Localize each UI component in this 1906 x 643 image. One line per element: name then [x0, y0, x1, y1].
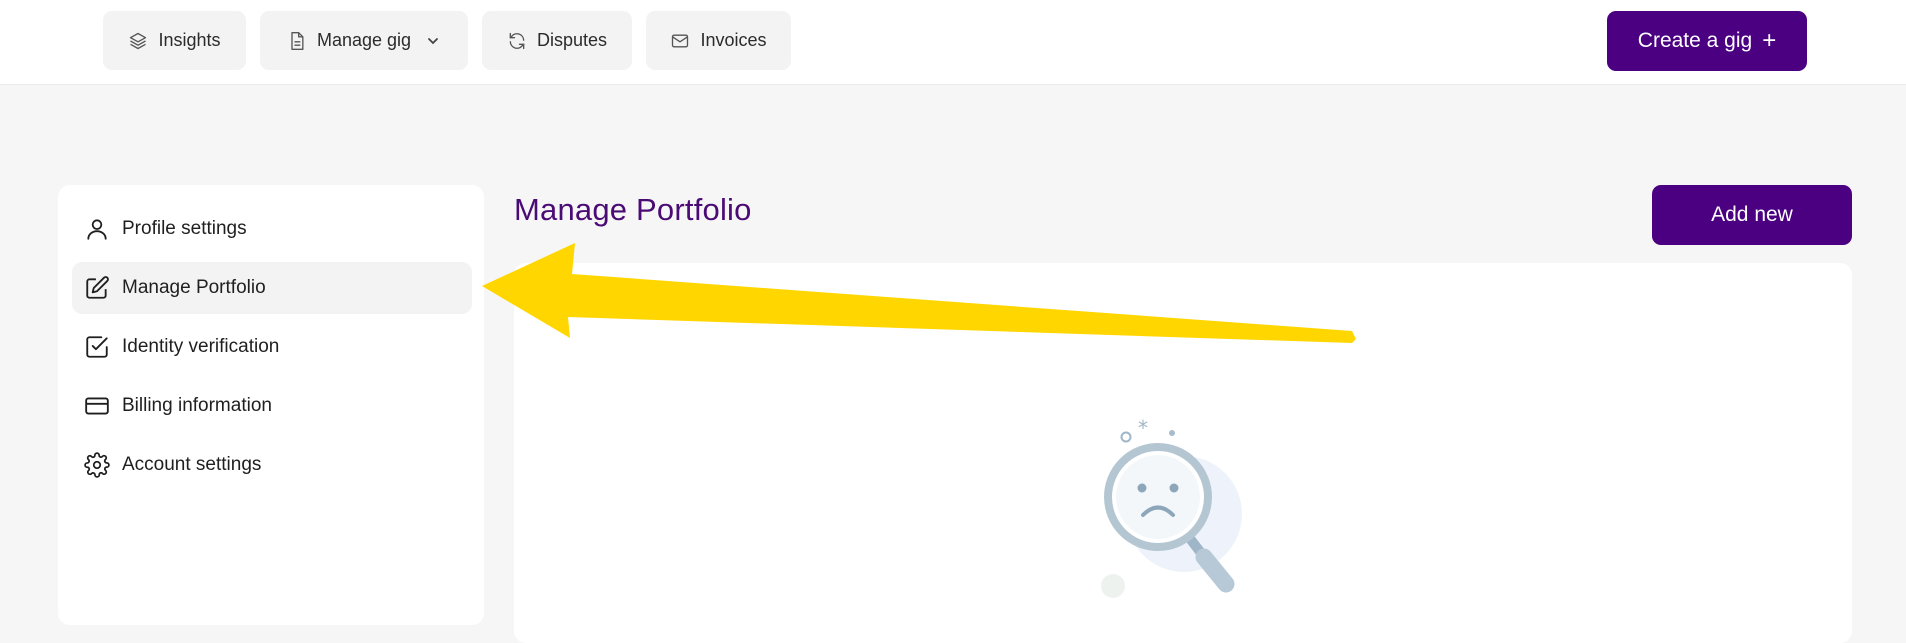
refresh-icon: [507, 31, 527, 51]
chevron-down-icon: [425, 33, 441, 49]
create-gig-button[interactable]: Create a gig +: [1607, 11, 1807, 71]
edit-icon: [84, 275, 110, 301]
sidebar-item-label: Account settings: [122, 454, 262, 475]
invoices-label: Invoices: [700, 30, 767, 50]
sidebar-item-billing-information[interactable]: Billing information: [72, 380, 472, 432]
sidebar-item-manage-portfolio[interactable]: Manage Portfolio: [72, 262, 472, 314]
insights-label: Insights: [158, 30, 221, 50]
sidebar-item-label: Identity verification: [122, 336, 280, 357]
mail-icon: [670, 31, 690, 51]
layers-icon: [128, 31, 148, 51]
credit-card-icon: [84, 393, 110, 419]
disputes-button[interactable]: Disputes: [482, 11, 632, 70]
document-icon: [287, 31, 307, 51]
page-title: Manage Portfolio: [514, 192, 752, 227]
gear-icon: [84, 452, 110, 478]
user-icon: [84, 216, 110, 242]
manage-gig-label: Manage gig: [316, 30, 412, 50]
svg-text:*: *: [1138, 416, 1148, 440]
checkbox-icon: [84, 334, 110, 360]
sidebar-item-profile-settings[interactable]: Profile settings: [72, 203, 472, 255]
manage-gig-dropdown[interactable]: Manage gig: [260, 11, 468, 70]
top-navigation-bar: Insights Manage gig Disputes Invoices Cr…: [0, 0, 1906, 85]
invoices-button[interactable]: Invoices: [646, 11, 791, 70]
plus-icon: +: [1762, 27, 1777, 54]
settings-sidebar: Profile settings Manage Portfolio Identi…: [58, 185, 484, 625]
sidebar-item-label: Manage Portfolio: [122, 277, 266, 298]
sidebar-item-label: Billing information: [122, 395, 272, 416]
sidebar-item-identity-verification[interactable]: Identity verification: [72, 321, 472, 373]
create-gig-label: Create a gig: [1637, 29, 1753, 52]
disputes-label: Disputes: [536, 30, 608, 50]
sidebar-item-account-settings[interactable]: Account settings: [72, 439, 472, 491]
sad-magnifier-icon: *: [1101, 416, 1242, 598]
sidebar-item-label: Profile settings: [122, 218, 247, 239]
add-new-button[interactable]: Add new: [1652, 185, 1852, 245]
insights-button[interactable]: Insights: [103, 11, 246, 70]
